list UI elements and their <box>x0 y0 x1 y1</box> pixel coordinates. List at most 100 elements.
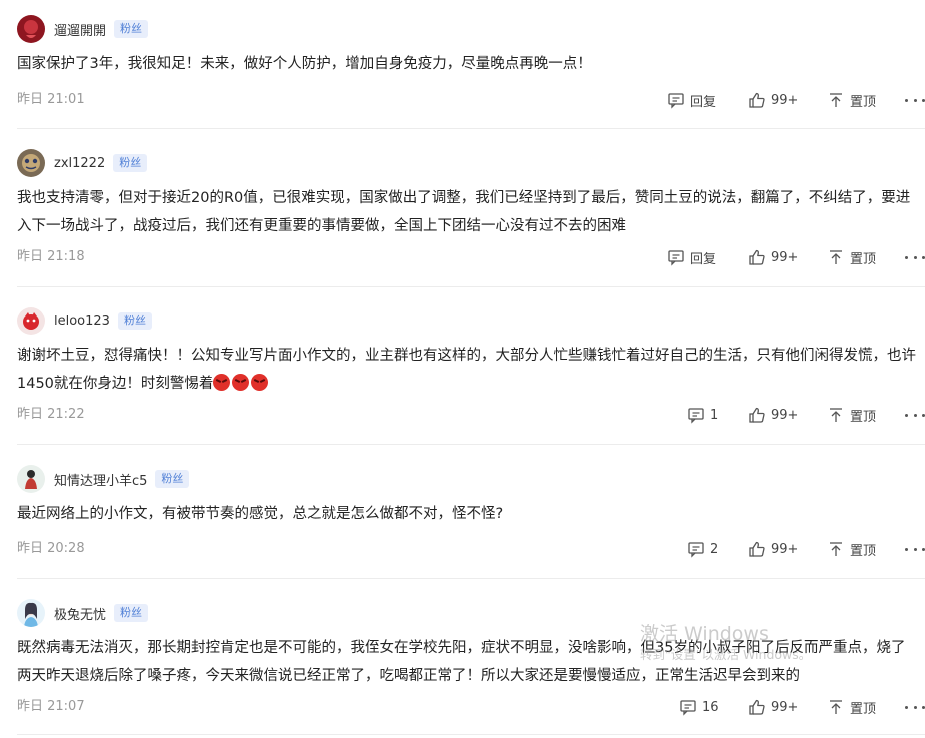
like-button[interactable]: 99+ <box>748 405 798 425</box>
reply-icon <box>667 91 685 109</box>
pin-button[interactable]: 置顶 <box>827 90 876 110</box>
avatar[interactable] <box>17 599 45 627</box>
username[interactable]: 遛遛開開 <box>54 20 106 39</box>
angry-emoji-icon <box>251 374 269 391</box>
pin-top-icon <box>827 406 845 424</box>
avatar[interactable] <box>17 149 45 177</box>
pin-label: 置顶 <box>850 94 877 110</box>
reply-button[interactable]: 2 <box>687 539 718 559</box>
reply-icon <box>687 406 705 424</box>
username[interactable]: 极兔无忧 <box>54 604 106 623</box>
comment-time: 昨日 21:18 <box>17 249 85 264</box>
reply-button[interactable]: 回复 <box>667 247 716 267</box>
divider <box>17 734 925 735</box>
pin-label: 置顶 <box>850 543 877 559</box>
comment-footer: 昨日 21:22 1 99+ 置顶 <box>17 405 925 425</box>
divider <box>17 578 925 579</box>
avatar[interactable] <box>17 307 45 335</box>
fan-badge: 粉丝 <box>113 154 148 172</box>
comment-time: 昨日 21:07 <box>17 699 85 714</box>
like-button[interactable]: 99+ <box>748 539 798 559</box>
reply-button[interactable]: 1 <box>687 405 718 425</box>
more-options-icon[interactable] <box>905 405 925 425</box>
comment-text: 既然病毒无法消灭，那长期封控肯定也是不可能的，我侄女在学校先阳，症状不明显，没啥… <box>17 640 906 684</box>
comment-time: 昨日 21:22 <box>17 407 85 422</box>
comment-header: zxl1222 粉丝 <box>17 148 148 178</box>
thumbs-up-icon <box>748 540 766 558</box>
reply-label: 回复 <box>690 94 717 110</box>
thumbs-up-icon <box>748 91 766 109</box>
comment-header: 极兔无忧 粉丝 <box>17 598 149 628</box>
fan-badge: 粉丝 <box>155 470 190 488</box>
username[interactable]: 知情达理小羊c5 <box>54 470 147 489</box>
reply-button[interactable]: 回复 <box>667 90 716 110</box>
divider <box>17 286 925 287</box>
comment-header: 遛遛開開 粉丝 <box>17 14 149 44</box>
comment-text: 谢谢坏土豆，怼得痛快！！公知专业写片面小作文的，业主群也有这样的，大部分人忙些赚… <box>17 342 917 398</box>
fan-badge: 粉丝 <box>114 20 149 38</box>
thumbs-up-icon <box>748 248 766 266</box>
pin-top-icon <box>827 698 845 716</box>
like-button[interactable]: 99+ <box>748 697 798 717</box>
comment-footer: 昨日 21:18 回复 99+ 置顶 <box>17 247 925 267</box>
reply-count: 2 <box>710 541 719 557</box>
comment-footer: 昨日 21:01 回复 99+ 置顶 <box>17 90 925 110</box>
pin-button[interactable]: 置顶 <box>827 247 876 267</box>
comment-text: 国家保护了3年，我很知足！未来，做好个人防护，增加自身免疫力，尽量晚点再晚一点！ <box>17 56 592 72</box>
reply-count: 16 <box>702 699 719 715</box>
comment-item: zxl1222 粉丝 我也支持清零，但对于接近20的R0值，已很难实现，国家做出… <box>0 148 925 298</box>
more-options-icon[interactable] <box>905 90 925 110</box>
like-count: 99+ <box>771 249 799 265</box>
pin-top-icon <box>827 540 845 558</box>
reply-icon <box>679 698 697 716</box>
comment-text: 最近网络上的小作文，有被带节奏的感觉，总之就是怎么做都不对，怪不怪? <box>17 506 504 522</box>
comment-item: 极兔无忧 粉丝 既然病毒无法消灭，那长期封控肯定也是不可能的，我侄女在学校先阳，… <box>0 598 925 738</box>
comment-footer: 昨日 21:07 16 99+ 置顶 <box>17 697 925 717</box>
reply-icon <box>687 540 705 558</box>
comment-item: leloo123 粉丝 谢谢坏土豆，怼得痛快！！公知专业写片面小作文的，业主群也… <box>0 306 925 456</box>
more-options-icon[interactable] <box>905 539 925 559</box>
pin-label: 置顶 <box>850 409 877 425</box>
divider <box>17 444 925 445</box>
reply-count: 1 <box>710 407 719 423</box>
fan-badge: 粉丝 <box>117 312 152 330</box>
like-button[interactable]: 99+ <box>748 90 798 110</box>
comment-item: 遛遛開開 粉丝 国家保护了3年，我很知足！未来，做好个人防护，增加自身免疫力，尽… <box>0 14 925 144</box>
like-button[interactable]: 99+ <box>748 247 798 267</box>
pin-button[interactable]: 置顶 <box>827 697 876 717</box>
comment-list: 遛遛開開 粉丝 国家保护了3年，我很知足！未来，做好个人防护，增加自身免疫力，尽… <box>0 0 925 738</box>
comment-header: leloo123 粉丝 <box>17 306 152 336</box>
avatar[interactable] <box>17 15 45 43</box>
reply-label: 回复 <box>690 251 717 267</box>
comment-time: 昨日 21:01 <box>17 92 85 107</box>
pin-button[interactable]: 置顶 <box>827 539 876 559</box>
pin-top-icon <box>827 248 845 266</box>
pin-label: 置顶 <box>850 701 877 717</box>
like-count: 99+ <box>771 699 799 715</box>
angry-emoji-icon <box>213 374 231 391</box>
thumbs-up-icon <box>748 698 766 716</box>
pin-top-icon <box>827 91 845 109</box>
angry-emoji-icon <box>232 374 250 391</box>
like-count: 99+ <box>771 407 799 423</box>
comment-header: 知情达理小羊c5 粉丝 <box>17 464 190 494</box>
more-options-icon[interactable] <box>905 247 925 267</box>
reply-button[interactable]: 16 <box>679 697 719 717</box>
like-count: 99+ <box>771 92 799 108</box>
comment-text: 我也支持清零，但对于接近20的R0值，已很难实现，国家做出了调整，我们已经坚持到… <box>17 190 911 234</box>
avatar[interactable] <box>17 465 45 493</box>
like-count: 99+ <box>771 541 799 557</box>
thumbs-up-icon <box>748 406 766 424</box>
pin-label: 置顶 <box>850 251 877 267</box>
comment-item: 知情达理小羊c5 粉丝 最近网络上的小作文，有被带节奏的感觉，总之就是怎么做都不… <box>0 464 925 589</box>
reply-icon <box>667 248 685 266</box>
fan-badge: 粉丝 <box>114 604 149 622</box>
pin-button[interactable]: 置顶 <box>827 405 876 425</box>
more-options-icon[interactable] <box>905 697 925 717</box>
username[interactable]: leloo123 <box>54 314 110 329</box>
username[interactable]: zxl1222 <box>54 156 105 171</box>
comment-time: 昨日 20:28 <box>17 541 85 556</box>
divider <box>17 128 925 129</box>
comment-footer: 昨日 20:28 2 99+ 置顶 <box>17 539 925 559</box>
comment-text-body: 谢谢坏土豆，怼得痛快！！公知专业写片面小作文的，业主群也有这样的，大部分人忙些赚… <box>17 348 916 392</box>
